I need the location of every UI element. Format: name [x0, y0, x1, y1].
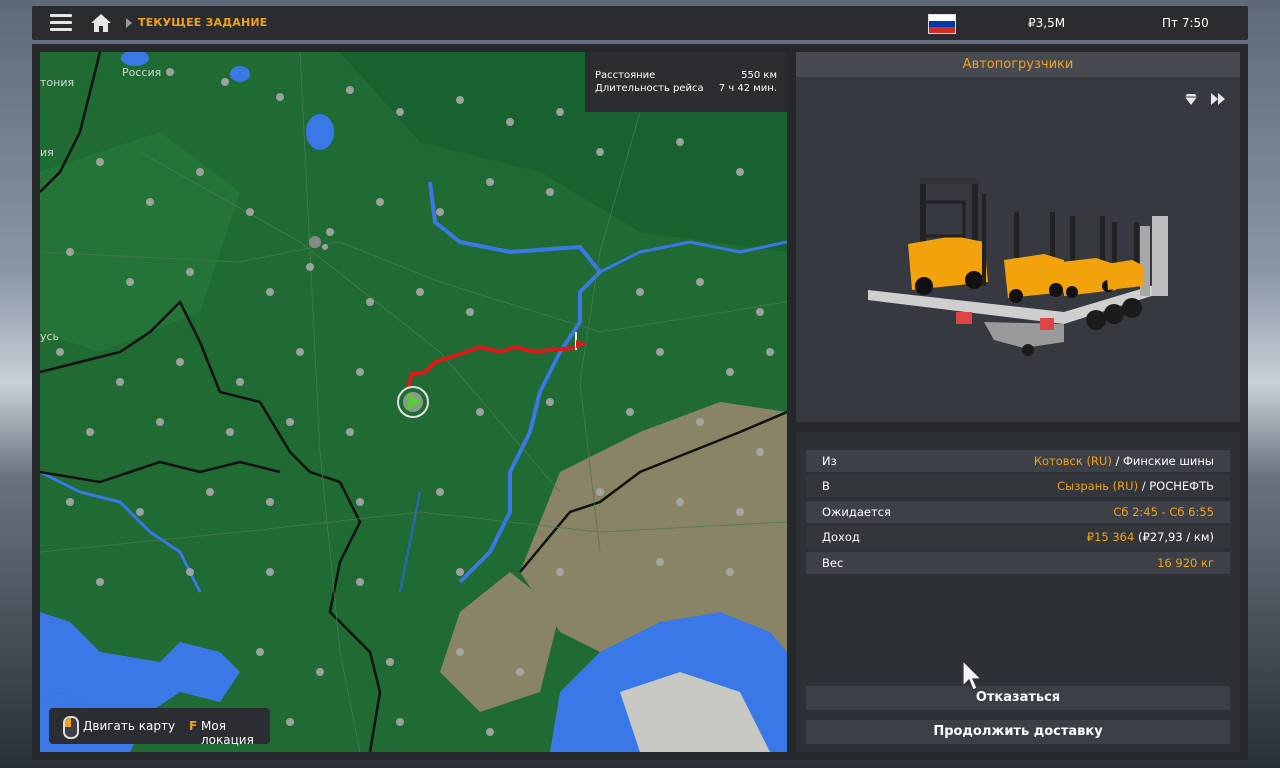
detail-label: Ожидается: [822, 505, 891, 519]
locate-key: F: [189, 719, 198, 733]
detail-row-from: Из Котовск (RU) / Финские шины: [806, 450, 1230, 472]
job-details-panel: Из Котовск (RU) / Финские шины В Сызрань…: [796, 432, 1240, 752]
mouse-cursor-icon: [962, 660, 982, 691]
route-info-panel: Расстояние 550 км Длительность рейса 7 ч…: [585, 52, 787, 112]
detail-row-expected: Ожидается Сб 2:45 - Сб 6:55: [806, 501, 1230, 523]
income-per-km: (₽27,93 / км): [1134, 530, 1214, 544]
distance-label: Расстояние: [595, 70, 656, 81]
home-icon[interactable]: [90, 13, 112, 33]
map-label-estonia: тония: [40, 76, 74, 89]
map-controls-hint: Двигать карту F Моя локация: [49, 708, 270, 747]
diamond-icon[interactable]: [1184, 92, 1198, 106]
detail-label: Доход: [822, 530, 860, 544]
move-map-label: Двигать карту: [83, 719, 176, 733]
route-map[interactable]: Россия тония ия усь: [40, 52, 787, 752]
decline-button[interactable]: Отказаться: [806, 686, 1230, 710]
breadcrumb-arrow-icon: [126, 18, 132, 28]
detail-value: Котовск (RU) / Финские шины: [1034, 450, 1214, 472]
to-city: Сызрань (RU): [1057, 479, 1139, 493]
detail-row-to: В Сызрань (RU) / РОСНЕФТЬ: [806, 475, 1230, 497]
from-company: / Финские шины: [1111, 454, 1214, 468]
mouse-icon: [63, 716, 79, 739]
detail-value: ₽15 364 (₽27,93 / км): [1087, 526, 1214, 548]
continue-delivery-button[interactable]: Продолжить доставку: [806, 720, 1230, 744]
my-location-label[interactable]: Моя локация: [201, 719, 270, 747]
detail-row-weight: Вес 16 920 кг: [806, 552, 1230, 574]
from-city: Котовск (RU): [1033, 454, 1112, 468]
map-label-russia: Россия: [122, 66, 161, 79]
map-label-latvia: ия: [40, 146, 54, 159]
menu-icon[interactable]: [50, 14, 72, 32]
income-total: ₽15 364: [1086, 530, 1135, 544]
to-company: / РОСНЕФТЬ: [1138, 479, 1214, 493]
money-balance: ₽3,5M: [1028, 16, 1066, 30]
map-label-belarus: усь: [40, 330, 59, 343]
expected-window: Сб 2:45 - Сб 6:55: [1113, 505, 1214, 519]
cargo-title: Автопогрузчики: [796, 52, 1240, 77]
game-time: Пт 7:50: [1162, 16, 1209, 30]
breadcrumb: ТЕКУЩЕЕ ЗАДАНИЕ: [138, 16, 268, 29]
cargo-preview: Автопогрузчики: [796, 52, 1240, 422]
detail-value: 16 920 кг: [1157, 552, 1214, 574]
detail-value: Сб 2:45 - Сб 6:55: [1113, 501, 1214, 523]
detail-row-income: Доход ₽15 364 (₽27,93 / км): [806, 526, 1230, 548]
detail-label: В: [822, 479, 830, 493]
detail-label: Из: [822, 454, 837, 468]
detail-label: Вес: [822, 556, 844, 570]
fast-forward-icon[interactable]: [1210, 92, 1226, 106]
trailer-forklifts-image: [868, 178, 1168, 356]
detail-value: Сызрань (RU) / РОСНЕФТЬ: [1057, 475, 1214, 497]
flag-icon: [928, 14, 956, 34]
duration-value: 7 ч 42 мин.: [718, 83, 777, 94]
duration-label: Длительность рейса: [595, 83, 704, 94]
weight-value: 16 920 кг: [1157, 556, 1214, 570]
top-bar: ТЕКУЩЕЕ ЗАДАНИЕ ₽3,5M Пт 7:50: [32, 6, 1248, 40]
distance-value: 550 км: [741, 70, 777, 81]
